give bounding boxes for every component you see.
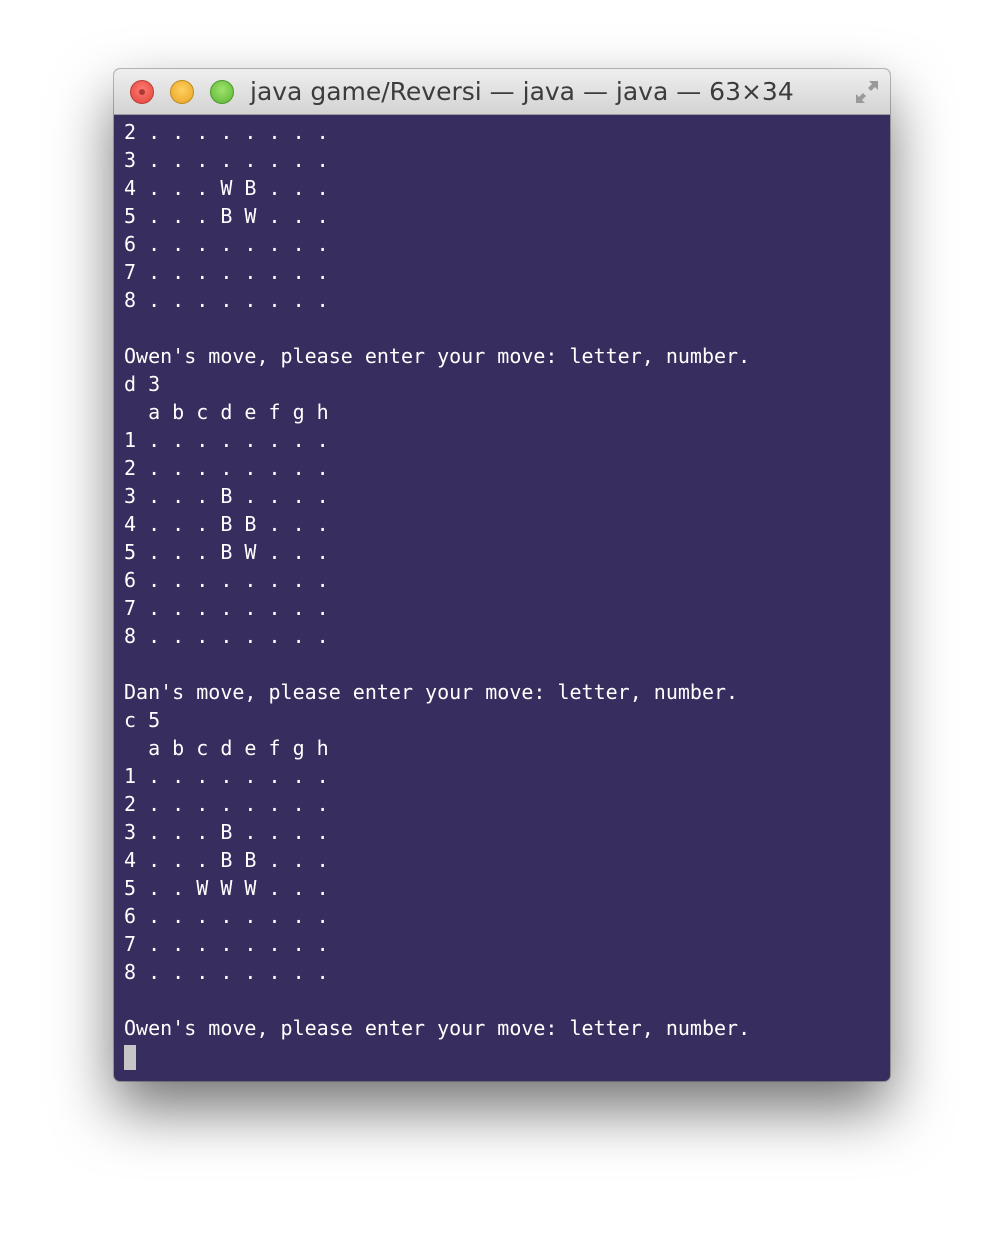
prompt-line[interactable] bbox=[124, 1042, 750, 1070]
terminal-line: 8 . . . . . . . . bbox=[124, 288, 329, 312]
terminal-line: 6 . . . . . . . . bbox=[124, 232, 329, 256]
terminal-line: Owen's move, please enter your move: let… bbox=[124, 344, 751, 368]
terminal-line: 6 . . . . . . . . bbox=[124, 568, 329, 592]
terminal-line: c 5 bbox=[124, 708, 161, 732]
terminal-line: 2 . . . . . . . . bbox=[124, 792, 329, 816]
terminal-line: 5 . . . B W . . . bbox=[124, 540, 329, 564]
terminal-line: 4 . . . B B . . . bbox=[124, 848, 329, 872]
minimize-icon[interactable] bbox=[170, 80, 194, 104]
terminal-line: 1 . . . . . . . . bbox=[124, 428, 329, 452]
terminal-line: 5 . . . B W . . . bbox=[124, 204, 329, 228]
terminal-line: 1 . . . . . . . . bbox=[124, 764, 329, 788]
terminal-line: 8 . . . . . . . . bbox=[124, 960, 329, 984]
terminal-line: 7 . . . . . . . . bbox=[124, 260, 329, 284]
window-title: java game/Reversi — java — java — 63×34 bbox=[250, 77, 794, 106]
terminal-line: a b c d e f g h bbox=[124, 400, 329, 424]
zoom-icon[interactable] bbox=[210, 80, 234, 104]
terminal-line: 3 . . . . . . . . bbox=[124, 148, 329, 172]
terminal-window: java game/Reversi — java — java — 63×34 … bbox=[114, 69, 890, 1081]
terminal-line: a b c d e f g h bbox=[124, 736, 329, 760]
terminal-line: 3 . . . B . . . . bbox=[124, 820, 329, 844]
title-bar[interactable]: java game/Reversi — java — java — 63×34 bbox=[114, 69, 890, 115]
text-cursor bbox=[124, 1045, 136, 1070]
terminal-line: d 3 bbox=[124, 372, 161, 396]
terminal-line: 7 . . . . . . . . bbox=[124, 596, 329, 620]
terminal-line: 4 . . . B B . . . bbox=[124, 512, 329, 536]
terminal-output[interactable]: 2 . . . . . . . . 3 . . . . . . . . 4 . . … bbox=[114, 115, 890, 1081]
terminal-line: 7 . . . . . . . . bbox=[124, 932, 329, 956]
terminal-line: 4 . . . W B . . . bbox=[124, 176, 329, 200]
terminal-line: Owen's move, please enter your move: let… bbox=[124, 1016, 751, 1040]
terminal-line: 5 . . W W W . . . bbox=[124, 876, 329, 900]
terminal-line: 3 . . . B . . . . bbox=[124, 484, 329, 508]
fullscreen-icon[interactable] bbox=[852, 77, 882, 107]
terminal-line: Dan's move, please enter your move: lett… bbox=[124, 680, 739, 704]
terminal-line: 2 . . . . . . . . bbox=[124, 456, 329, 480]
terminal-lines: 2 . . . . . . . . 3 . . . . . . . . 4 . . … bbox=[124, 118, 750, 1070]
terminal-line: 2 . . . . . . . . bbox=[124, 120, 329, 144]
terminal-line: 6 . . . . . . . . bbox=[124, 904, 329, 928]
terminal-line: 8 . . . . . . . . bbox=[124, 624, 329, 648]
close-icon[interactable] bbox=[130, 80, 154, 104]
